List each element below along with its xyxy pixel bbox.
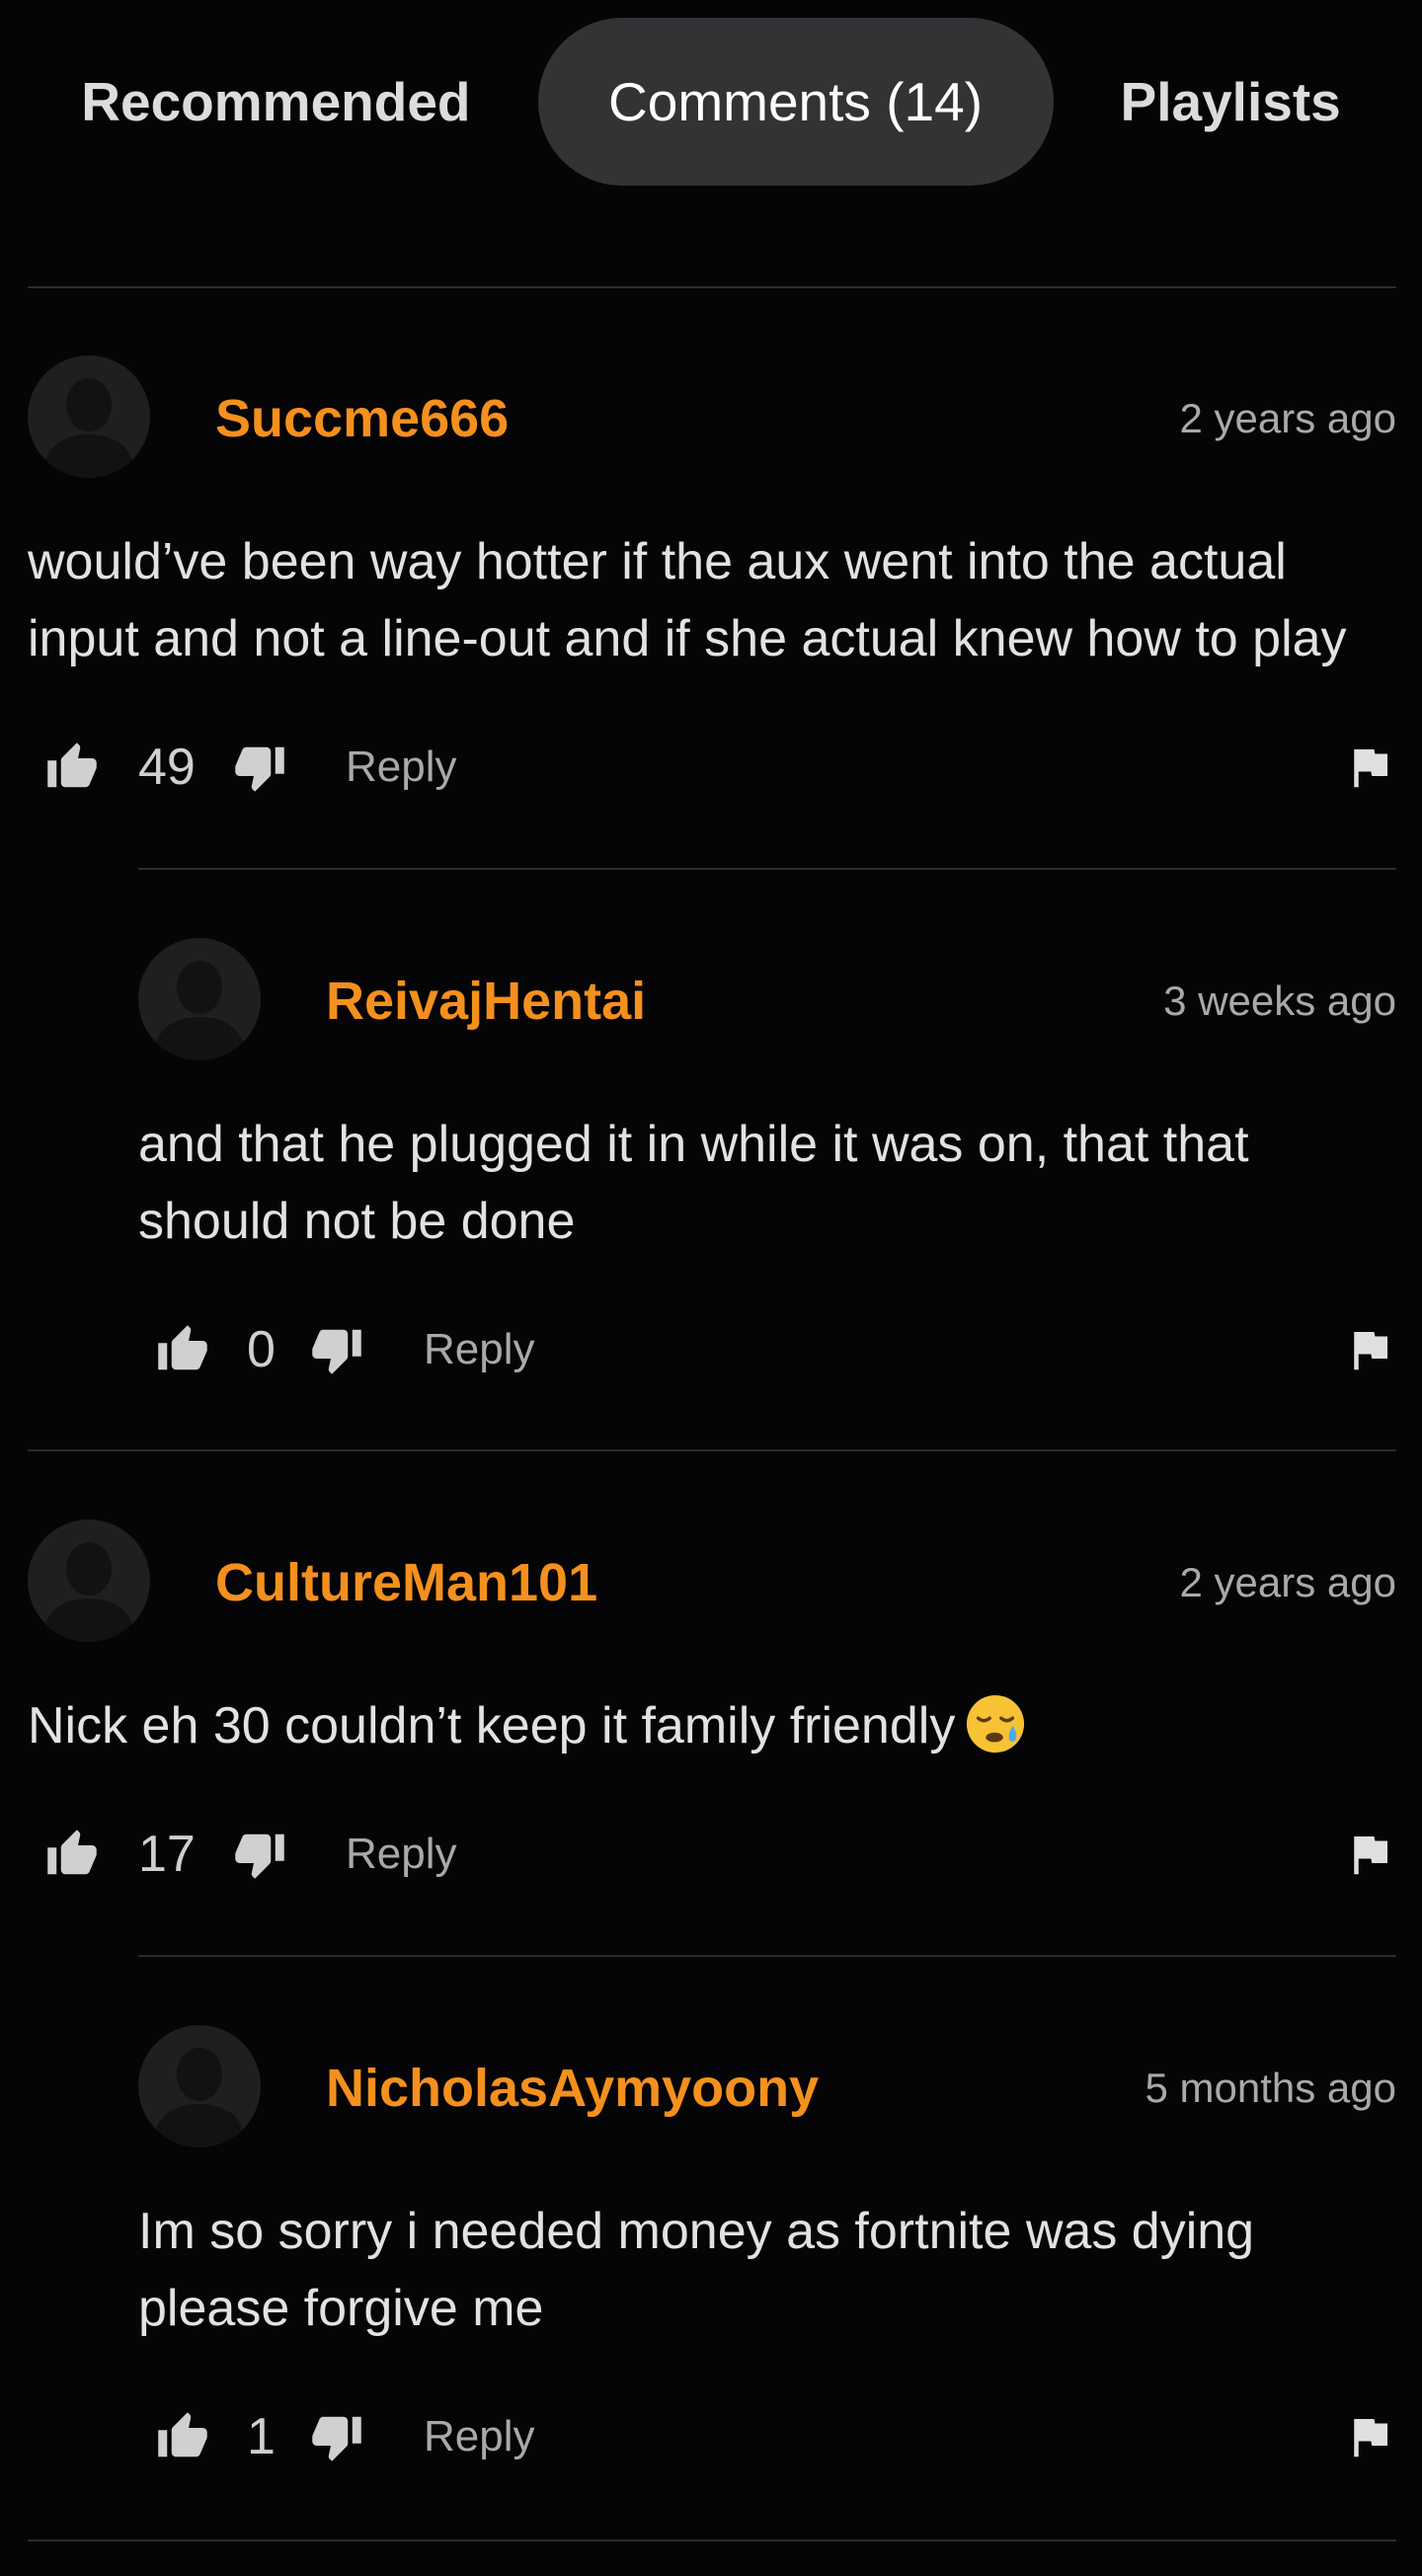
comment-text: Im so sorry i needed money as fortnite w… <box>138 2203 1255 2337</box>
thumbs-up-icon <box>47 1830 97 1875</box>
flag-icon <box>1354 1332 1387 1370</box>
comment-actions: 1 Reply <box>138 2392 1396 2481</box>
divider <box>138 1955 1396 1957</box>
dislike-button[interactable] <box>310 1305 363 1394</box>
like-count: 0 <box>247 1321 276 1378</box>
report-button[interactable] <box>1343 723 1396 812</box>
comment-timestamp: 5 months ago <box>1145 2065 1396 2111</box>
comment: Succme666 2 years ago would’ve been way … <box>28 355 1396 812</box>
username[interactable]: CultureMan101 <box>215 1552 597 1613</box>
flag-icon <box>1354 749 1387 788</box>
avatar[interactable] <box>28 355 150 478</box>
report-button[interactable] <box>1343 1810 1396 1899</box>
tab-bar: Recommended Comments (14) Playlists <box>0 18 1422 186</box>
flag-icon <box>1354 1836 1387 1875</box>
reply-button[interactable]: Reply <box>346 723 457 812</box>
comment-actions: 0 Reply <box>138 1305 1396 1394</box>
thumbs-down-icon <box>235 746 284 792</box>
divider <box>28 1449 1396 1451</box>
report-button[interactable] <box>1343 2392 1396 2481</box>
thumbs-up-icon <box>158 2412 207 2458</box>
like-button[interactable] <box>156 1305 209 1394</box>
reply-button[interactable]: Reply <box>346 1810 457 1899</box>
comments-page: Recommended Comments (14) Playlists Succ… <box>0 0 1422 2576</box>
avatar-placeholder-icon <box>152 961 247 1060</box>
comment: CultureMan101 2 years ago Nick eh 30 cou… <box>28 1520 1396 1899</box>
divider <box>28 286 1396 288</box>
divider <box>138 868 1396 870</box>
tab-comments[interactable]: Comments (14) <box>537 18 1054 186</box>
avatar[interactable] <box>138 2025 261 2147</box>
reply-comment: NicholasAymyoony 5 months ago Im so sorr… <box>138 2025 1396 2481</box>
comment-timestamp: 3 weeks ago <box>1163 977 1396 1024</box>
like-button[interactable] <box>45 1810 99 1899</box>
avatar-placeholder-icon <box>152 2048 247 2147</box>
comment-timestamp: 2 years ago <box>1179 1559 1396 1605</box>
like-count: 1 <box>247 2408 276 2465</box>
thumbs-down-icon <box>312 1329 361 1374</box>
reply-comment: ReivajHentai 3 weeks ago and that he plu… <box>138 938 1396 1394</box>
avatar[interactable] <box>138 938 261 1060</box>
reply-button[interactable]: Reply <box>424 2392 535 2481</box>
comment-text: and that he plugged it in while it was o… <box>138 1116 1249 1250</box>
comment-timestamp: 2 years ago <box>1179 395 1396 441</box>
avatar-placeholder-icon <box>41 1542 136 1642</box>
comment-text-row: Nick eh 30 couldn’t keep it family frien… <box>28 1687 1396 1764</box>
username[interactable]: ReivajHentai <box>326 971 646 1032</box>
sleepy-face-emoji <box>955 1695 1026 1755</box>
thumbs-up-icon <box>158 1325 207 1370</box>
dislike-button[interactable] <box>233 723 286 812</box>
dislike-button[interactable] <box>310 2392 363 2481</box>
avatar-placeholder-icon <box>41 378 136 478</box>
username[interactable]: Succme666 <box>215 388 509 449</box>
like-button[interactable] <box>45 723 99 812</box>
comment-text: Nick eh 30 couldn’t keep it family frien… <box>28 1697 956 1755</box>
dislike-button[interactable] <box>233 1810 286 1899</box>
comment-actions: 17 Reply <box>28 1810 1396 1899</box>
tab-playlists[interactable]: Playlists <box>1121 74 1341 129</box>
thumbs-up-icon <box>47 742 97 788</box>
thumbs-down-icon <box>312 2416 361 2461</box>
comment-actions: 49 Reply <box>28 723 1396 812</box>
reply-button[interactable]: Reply <box>424 1305 535 1394</box>
like-count: 49 <box>138 739 196 796</box>
username[interactable]: NicholasAymyoony <box>326 2058 819 2119</box>
thumbs-down-icon <box>235 1834 284 1879</box>
comment-text: would’ve been way hotter if the aux went… <box>28 533 1347 667</box>
divider <box>28 2539 1396 2541</box>
like-button[interactable] <box>156 2392 209 2481</box>
report-button[interactable] <box>1343 1305 1396 1394</box>
avatar[interactable] <box>28 1520 150 1642</box>
flag-icon <box>1354 2419 1387 2458</box>
tab-recommended[interactable]: Recommended <box>81 74 470 129</box>
like-count: 17 <box>138 1826 196 1883</box>
